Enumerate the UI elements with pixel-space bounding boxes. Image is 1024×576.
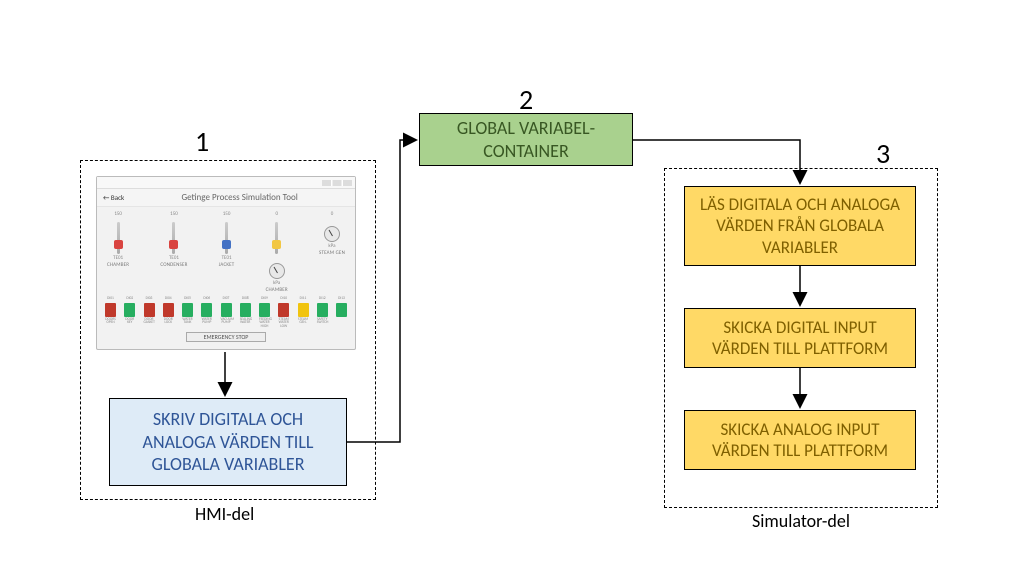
hmi-led-row xyxy=(97,301,355,317)
led-icon xyxy=(317,303,328,317)
yellow-read-box: LÄS DIGITALA OCH ANALOGA VÄRDEN FRÅN GLO… xyxy=(684,186,916,266)
led-icon xyxy=(298,303,309,317)
hmi-emergency-stop: EMERGENCY STOP xyxy=(186,332,266,342)
led-icon xyxy=(221,303,232,317)
dial-icon xyxy=(324,226,340,242)
slider-icon xyxy=(172,222,175,254)
led-icon xyxy=(124,303,135,317)
led-icon xyxy=(163,303,174,317)
hmi-led-labels: DOORS OPENDOOR KEYDOOR GASKETDOOR LOCKWA… xyxy=(97,317,355,329)
led-icon xyxy=(240,303,251,317)
step-number-2: 2 xyxy=(519,82,533,117)
dial-icon xyxy=(269,263,285,279)
led-icon xyxy=(105,303,116,317)
led-icon xyxy=(336,303,347,317)
slider-icon xyxy=(117,222,120,254)
led-icon xyxy=(182,303,193,317)
hmi-title: Getinge Process Simulation Tool xyxy=(130,192,349,203)
hmi-region-label: HMI-del xyxy=(195,503,254,525)
yellow-digital-box: SKICKA DIGITAL INPUT VÄRDEN TILL PLATTFO… xyxy=(684,308,916,368)
blue-write-box: SKRIV DIGITALA OCH ANALOGA VÄRDEN TILL G… xyxy=(109,398,347,486)
led-icon xyxy=(201,303,212,317)
hmi-window-titlebar xyxy=(97,177,355,189)
green-line2: CONTAINER xyxy=(483,140,568,163)
slider-icon xyxy=(225,222,228,254)
yellow-analog-box: SKICKA ANALOG INPUT VÄRDEN TILL PLATTFOR… xyxy=(684,410,916,470)
simulator-region-label: Simulator-del xyxy=(752,510,850,532)
green-line1: GLOBAL VARIABEL- xyxy=(457,117,595,140)
step-number-1: 1 xyxy=(195,124,209,159)
hmi-gauge-row: 150TE01CHAMBER 150TE01CONDENSER 150TE01J… xyxy=(97,207,355,295)
led-icon xyxy=(144,303,155,317)
hmi-back-button: ← Back xyxy=(103,193,124,202)
yellow-read-text: LÄS DIGITALA OCH ANALOGA VÄRDEN FRÅN GLO… xyxy=(695,194,905,258)
hmi-screenshot: ← Back Getinge Process Simulation Tool 1… xyxy=(96,176,356,350)
hmi-header: ← Back Getinge Process Simulation Tool xyxy=(97,189,355,207)
green-container-box: GLOBAL VARIABEL- CONTAINER xyxy=(419,113,633,166)
step-number-3: 3 xyxy=(876,136,890,171)
slider-icon xyxy=(275,222,278,254)
led-icon xyxy=(278,303,289,317)
yellow-digital-text: SKICKA DIGITAL INPUT VÄRDEN TILL PLATTFO… xyxy=(695,317,905,360)
yellow-analog-text: SKICKA ANALOG INPUT VÄRDEN TILL PLATTFOR… xyxy=(695,419,905,462)
led-icon xyxy=(259,303,270,317)
blue-write-text: SKRIV DIGITALA OCH ANALOGA VÄRDEN TILL G… xyxy=(120,408,336,476)
